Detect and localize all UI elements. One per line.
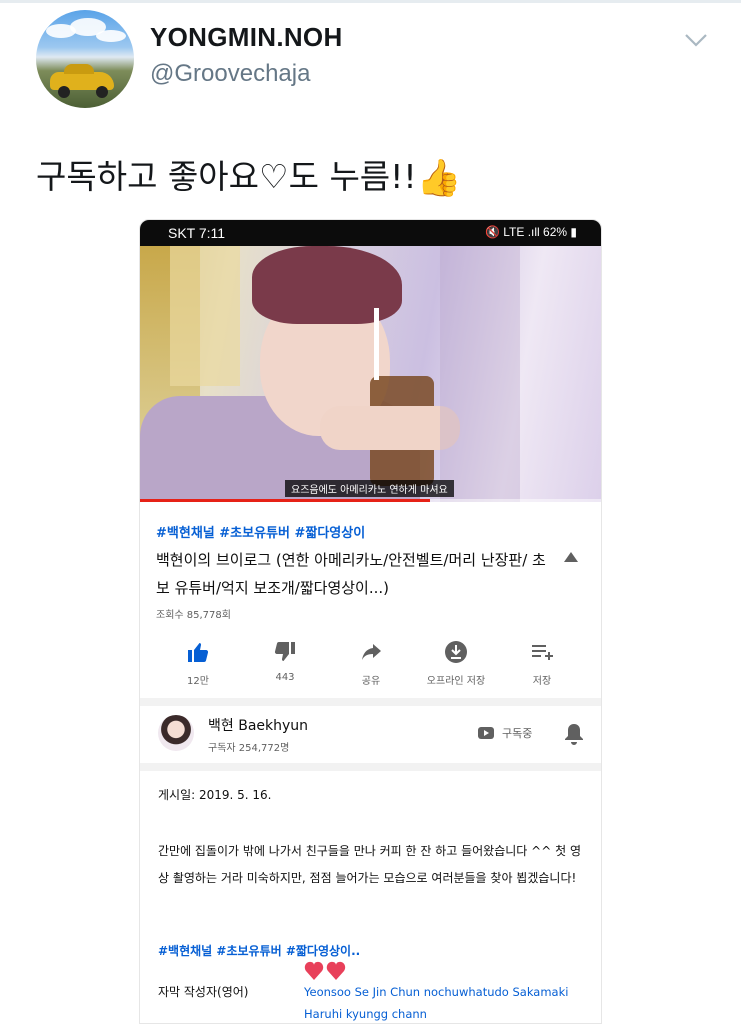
channel-name[interactable]: 백현 Baekhyun: [208, 715, 308, 735]
subscribed-label: 구독중: [502, 727, 533, 740]
thumbs-up-icon: [188, 643, 209, 662]
tweet-text-body: 구독하고 좋아요♡도 누름!!: [36, 157, 417, 196]
embedded-youtube-screenshot[interactable]: SKT 7:11 🔇 LTE .ıll 62% ▮ 요즈음에도 아메리카노 연하…: [139, 219, 602, 1024]
top-divider: [0, 0, 741, 3]
video-caption: 요즈음에도 아메리카노 연하게 마셔요: [285, 480, 454, 497]
chevron-down-icon[interactable]: [684, 32, 708, 48]
channel-avatar[interactable]: [158, 715, 194, 751]
subscriber-count: 구독자 254,772명: [208, 743, 290, 754]
dislike-button[interactable]: 443: [240, 634, 330, 683]
user-avatar[interactable]: [36, 10, 134, 108]
view-count: 조회수 85,778회: [156, 610, 231, 621]
phone-status-bar: SKT 7:11 🔇 LTE .ıll 62% ▮: [140, 220, 601, 246]
download-label: 오프라인 저장: [426, 676, 486, 687]
video-hashtags[interactable]: #백현채널 #초보유튜버 #짧다영상이: [156, 522, 365, 541]
thumbs-up-emoji-icon: 👍: [416, 158, 462, 199]
like-button[interactable]: 12만: [153, 634, 243, 687]
tweet-text: 구독하고 좋아요♡도 누름!!👍: [36, 150, 461, 199]
user-handle[interactable]: @Groovechaja: [150, 60, 310, 88]
status-icons: 🔇 LTE .ıll 62% ▮: [484, 225, 577, 239]
collapse-arrow-icon[interactable]: [564, 552, 578, 562]
video-actions-bar: 12만 443 공유 오프라인 저장 저장: [140, 634, 601, 694]
subtitle-credits[interactable]: Yeonsoo Se Jin Chun nochuwhatudo Sakamak…: [304, 981, 594, 1023]
video-player[interactable]: 요즈음에도 아메리카노 연하게 마셔요: [140, 246, 601, 502]
video-title: 백현이의 브이로그 (연한 아메리카노/안전벨트/머리 난장판/ 초보 유튜버/…: [156, 551, 546, 597]
description-hashtags[interactable]: #백현채널 #초보유튜버 #짧다영상이..: [158, 942, 360, 959]
save-to-playlist-button[interactable]: 저장: [497, 634, 587, 687]
dislike-count: 443: [275, 672, 295, 683]
channel-row[interactable]: 백현 Baekhyun 구독자 254,772명 구독중: [140, 705, 601, 763]
save-label: 저장: [532, 676, 552, 687]
download-button[interactable]: 오프라인 저장: [411, 634, 501, 687]
add-to-playlist-icon: [532, 645, 553, 660]
download-icon: [445, 641, 467, 663]
carrier-time: SKT 7:11: [168, 225, 226, 241]
share-icon: [362, 644, 381, 660]
description-body: 간만에 집돌이가 밖에 나가서 친구들을 만나 커피 한 잔 하고 들어왔습니다…: [158, 844, 581, 885]
thumbs-down-icon: [274, 642, 295, 661]
section-divider-2: [140, 763, 601, 771]
bell-icon[interactable]: [564, 723, 584, 745]
like-count: 12만: [187, 676, 209, 687]
display-name[interactable]: YONGMIN.NOH: [150, 22, 343, 53]
video-progress-fill: [140, 499, 431, 502]
share-button[interactable]: 공유: [326, 634, 416, 687]
subtitle-author-label: 자막 작성자(영어): [158, 985, 249, 999]
share-label: 공유: [361, 676, 381, 687]
subscribed-button[interactable]: 구독중: [478, 725, 532, 741]
video-progress-bar[interactable]: [140, 499, 601, 502]
tweet-header: YONGMIN.NOH @Groovechaja: [36, 8, 716, 108]
hearts-icon: [304, 961, 346, 980]
posted-date: 게시일: 2019. 5. 16.: [158, 788, 272, 802]
